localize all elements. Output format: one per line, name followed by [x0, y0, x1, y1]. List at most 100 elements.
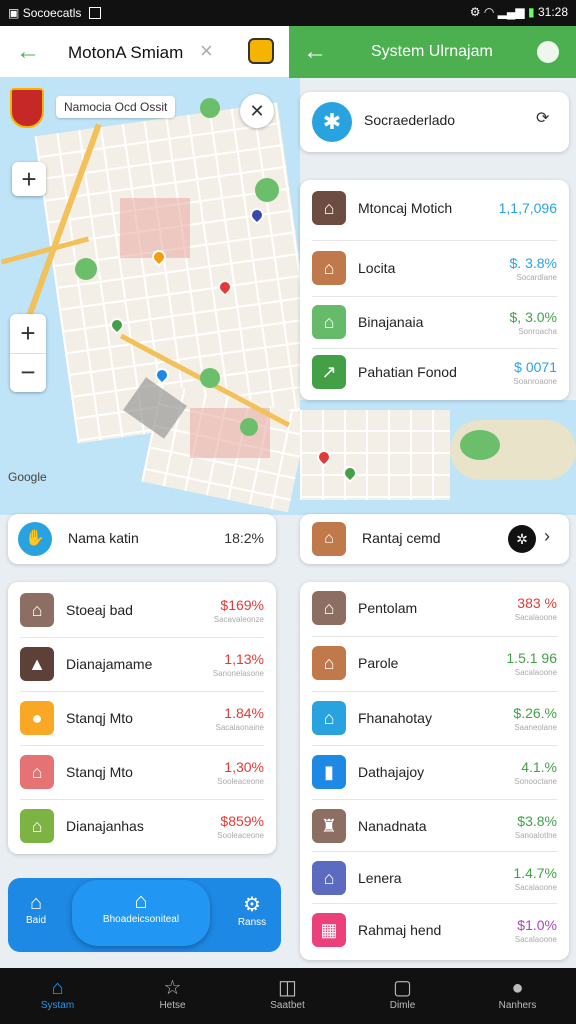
house-icon: ⌂ — [312, 522, 346, 556]
image-icon — [88, 7, 101, 19]
list-item[interactable]: ⌂ Locita $. 3.8% Socardlane — [300, 242, 569, 294]
nav-item-saatbet[interactable]: ◫ Saatbet — [230, 968, 345, 1024]
battery-icon: ▮ — [528, 5, 535, 19]
build-button[interactable]: ⌂ Baid — [18, 892, 54, 926]
house-icon: ⌂ — [312, 861, 346, 895]
left-summary-card[interactable]: ✋ Nama katin 18:2% — [8, 514, 276, 564]
nav-item-system[interactable]: ⌂ Systam — [0, 968, 115, 1024]
notification-icon: ▣ — [8, 6, 20, 20]
settings-icon: ⚙ — [469, 5, 481, 19]
profile-icon[interactable] — [537, 41, 559, 63]
list-item[interactable]: ⌂ Stanqj Mto 1,30% Sooleaceone — [8, 746, 276, 798]
item-sub: Sonooctane — [514, 776, 557, 786]
status-left: ▣ Socoecatls — [8, 6, 101, 20]
right-header: ← System Ulrnajam — [289, 26, 576, 78]
right-top-label: Socraederlado — [364, 112, 456, 128]
network-icon[interactable]: ✲ — [508, 525, 536, 553]
zoom-in-button[interactable]: + — [10, 314, 46, 353]
status-text: Socoecatls — [22, 6, 82, 20]
house-icon: ⌂ — [20, 809, 54, 843]
tools-icon[interactable]: ✕ — [240, 94, 274, 128]
right-list-card: ⌂ Mtoncaj Motich 1,1,7,096 ⌂ Locita $. 3… — [300, 180, 569, 400]
map-search-label[interactable]: Namocia Ocd Ossit — [56, 96, 176, 118]
item-name: Stanqj Mto — [66, 710, 133, 726]
house-icon: ⌂ — [312, 305, 346, 339]
list-item[interactable]: ↗ Pahatian Fonod $ 0071 Soanroaone — [300, 346, 569, 398]
park — [200, 98, 220, 118]
item-name: Fhanahotay — [358, 710, 432, 726]
park — [75, 258, 97, 280]
star-icon: ☆ — [163, 977, 182, 999]
district — [190, 408, 270, 458]
item-name: Dathajajoy — [358, 764, 425, 780]
zoom-out-button[interactable]: − — [10, 353, 46, 392]
building-icon: ▲ — [20, 647, 54, 681]
nav-label: Dimle — [389, 1000, 416, 1011]
list-item[interactable]: ▲ Dianajamame 1,13% Sanonelasone — [8, 638, 276, 690]
nav-item-hetse[interactable]: ☆ Hetse — [115, 968, 230, 1024]
left-header-title: MotonA Smiam — [68, 43, 184, 62]
map-view-right[interactable] — [300, 400, 576, 515]
settings-button[interactable]: ⚙ Ranss — [230, 892, 274, 928]
list-item[interactable]: ▦ Rahmaj hend $1.0% Sacalaoone — [300, 904, 569, 956]
district — [120, 198, 190, 258]
list-item[interactable]: ● Stanqj Mto 1.84% Sacalaonaine — [8, 692, 276, 744]
nav-label: Systam — [40, 1000, 75, 1011]
list-item[interactable]: ⌂ Binajanaia $, 3.0% Sonroacha — [300, 296, 569, 348]
summary-name: Rantaj cemd — [362, 530, 441, 546]
center-action-label: Bhoadeicsoniteal — [102, 914, 180, 925]
map-view[interactable]: Namocia Ocd Ossit ✕ + + − Google — [0, 78, 300, 515]
right-header-title: System Ulrnajam — [371, 43, 493, 60]
right-summary-card[interactable]: ⌂ Rantaj cemd ✲ › — [300, 514, 569, 564]
house-icon: ⌂ — [20, 755, 54, 789]
item-value: $, 3.0% — [509, 308, 557, 325]
signal-icon: ▂▄▆ — [497, 5, 525, 19]
item-name: Nanadnata — [358, 818, 427, 834]
item-value: 1,30% — [224, 758, 264, 775]
back-arrow-icon[interactable]: ← — [303, 26, 327, 78]
list-item[interactable]: ♜ Nanadnata $3.8% Sanoalotlne — [300, 800, 569, 852]
house-icon: ⌂ — [20, 593, 54, 627]
house-icon: ⌂ — [312, 251, 346, 285]
list-item[interactable]: ▮ Dathajajoy 4.1.% Sonooctane — [300, 746, 569, 798]
vase-icon: ♜ — [312, 809, 346, 843]
list-item[interactable]: ⌂ Stoeaj bad $169% Sacavaleonze — [8, 584, 276, 636]
chart-icon: ↗ — [312, 355, 346, 389]
close-icon[interactable]: × — [200, 38, 213, 64]
list-item[interactable]: ⌂ Pentolam 383 % Sacalaoone — [300, 582, 569, 634]
park — [255, 178, 279, 202]
action-bar: ⌂ Baid ⌂ Bhoadeicsoniteal ⚙ Ranss — [8, 878, 281, 952]
refresh-icon[interactable]: ⟳ — [536, 108, 549, 128]
center-action-button[interactable]: ⌂ Bhoadeicsoniteal — [72, 880, 210, 946]
list-item[interactable]: ⌂ Parole 1.5.1 96 Sacalaoone — [300, 637, 569, 689]
item-name: Locita — [358, 260, 396, 276]
item-sub: Sooleaceone — [217, 830, 264, 840]
item-name: Parole — [358, 655, 399, 671]
item-value: 383 % — [517, 594, 557, 611]
back-arrow-icon[interactable]: ← — [16, 26, 40, 78]
list-item[interactable]: ⌂ Dianajanhas $859% Sooleaceone — [8, 800, 276, 852]
item-name: Stoeaj bad — [66, 602, 133, 618]
zoom-in-button[interactable]: + — [12, 162, 46, 196]
build-label: Baid — [25, 915, 46, 926]
item-sub: Sanoalotlne — [514, 830, 557, 840]
item-sub: Soanroaone — [513, 376, 557, 386]
item-name: Dianajanhas — [66, 818, 144, 834]
right-top-card[interactable]: ✱ Socraederlado ⟳ — [300, 92, 569, 152]
chevron-right-icon[interactable]: › — [544, 526, 550, 547]
item-sub: Sacalaonaine — [215, 722, 264, 732]
list-item[interactable]: ⌂ Mtoncaj Motich 1,1,7,096 — [300, 182, 569, 234]
gear-icon: ⚙ — [243, 894, 261, 916]
house-icon: ⌂ — [29, 892, 43, 914]
park — [460, 430, 500, 460]
nav-item-dimle[interactable]: ▢ Dimle — [345, 968, 460, 1024]
park — [200, 368, 220, 388]
item-sub: Sacavaleonze — [213, 614, 264, 624]
building-icon: ▮ — [312, 755, 346, 789]
nav-item-nanhers[interactable]: ● Nanhers — [460, 968, 575, 1024]
list-item[interactable]: ⌂ Lenera 1.4.7% Sacalaoone — [300, 852, 569, 904]
list-item[interactable]: ⌂ Fhanahotay $.26.% Saaneolane — [300, 692, 569, 744]
left-list-card: ⌂ Stoeaj bad $169% Sacavaleonze ▲ Dianaja… — [8, 582, 276, 854]
app-logo-icon — [248, 38, 274, 64]
shield-icon — [10, 88, 44, 128]
